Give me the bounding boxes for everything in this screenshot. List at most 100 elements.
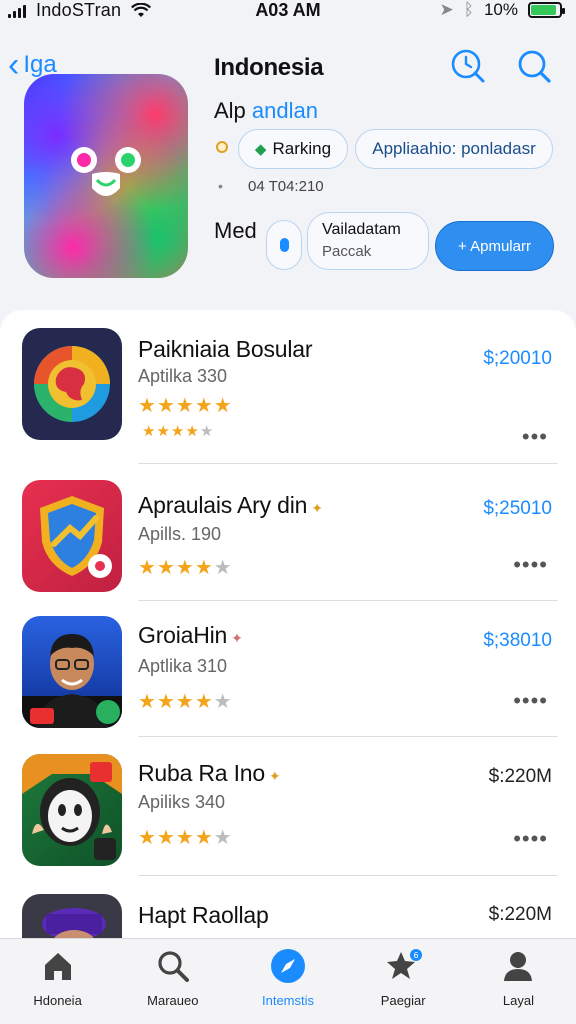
tab-home[interactable]: Hdoneia <box>0 939 115 1024</box>
star-empty-icon: ★ <box>213 827 232 849</box>
star-filled-icon: ★ <box>185 423 199 440</box>
person-icon <box>501 947 535 985</box>
more-button[interactable]: •••• <box>513 688 548 714</box>
star-filled-icon: ★ <box>194 395 213 417</box>
more-button[interactable]: •••• <box>513 826 548 852</box>
dot-marker-icon <box>216 141 228 153</box>
leaf-icon: ◆ <box>254 141 267 158</box>
star-empty-icon: ★ <box>199 423 214 440</box>
home-icon <box>41 947 75 985</box>
divider <box>138 600 558 601</box>
app-date: 04 T04:210 <box>248 178 324 195</box>
more-button[interactable]: ••• <box>522 424 548 450</box>
chevron-left-icon: ‹ <box>8 46 20 84</box>
divider <box>138 463 558 464</box>
sparkle-icon: ✦ <box>231 630 243 646</box>
subtitle-accent: andlan <box>251 98 318 123</box>
app-subtitle: Aptilka 330 <box>138 366 228 386</box>
star-filled-icon: ★ <box>138 395 156 417</box>
app-category-label: Appliaahio: ponladasr <box>372 139 536 158</box>
star-rating: ★ ★ ★ ★ ★ <box>138 828 232 848</box>
list-item[interactable]: Ruba Ra Ino ✦ Apiliks 340 $:220M ★ ★ ★ ★ ★ ••… <box>0 754 576 894</box>
toggle-pill[interactable] <box>266 220 302 270</box>
install-button[interactable]: + Apmularr <box>435 221 554 271</box>
star-filled-icon: ★ <box>156 557 175 579</box>
star-filled-icon: ★ <box>170 423 185 440</box>
tab-profile[interactable]: Layal <box>461 939 576 1024</box>
divider <box>138 736 558 737</box>
detail-sub: Paccak <box>322 243 372 260</box>
app-name-text: GroiaHin <box>138 622 228 648</box>
person-avatar-icon <box>22 634 122 728</box>
app-name: Ruba Ra Ino ✦ <box>138 760 281 787</box>
face-logo-icon <box>71 147 141 196</box>
list-item[interactable]: Paikniaia Bosular Aptilka 330 $;20010 ★ ★… <box>0 328 576 468</box>
tab-label: Paegiar <box>380 993 426 1008</box>
battery-icon <box>528 2 565 18</box>
detail-title: Vailadatam <box>322 221 401 238</box>
star-filled-icon: ★ <box>194 691 213 713</box>
app-name-text: Ruba Ra Ino <box>138 760 265 786</box>
star-filled-icon: ★ <box>156 691 175 713</box>
subtitle-prefix: Alp <box>214 98 246 123</box>
app-price: $:220M <box>488 766 552 787</box>
mask-character-icon <box>22 754 122 860</box>
app-name: Hapt Raollap <box>138 902 269 928</box>
app-name: Paikniaia Bosular <box>138 336 313 362</box>
star-filled-icon: ★ <box>138 557 156 579</box>
search-icon[interactable] <box>514 46 554 86</box>
med-label: Med <box>214 218 257 243</box>
app-name: GroiaHin ✦ <box>138 622 243 649</box>
battery-percent: 10% <box>483 0 518 19</box>
app-subtitle: Aptlika 310 <box>138 656 228 676</box>
star-filled-icon: ★ <box>142 423 156 440</box>
app-name: Apraulais Ary din ✦ <box>138 492 323 519</box>
svg-text:6: 6 <box>414 951 419 960</box>
tab-label: Layal <box>502 993 534 1008</box>
app-price: $;38010 <box>483 630 552 651</box>
app-name-text: Apraulais Ary din <box>138 492 308 518</box>
more-button[interactable]: •••• <box>513 552 548 578</box>
star-filled-icon: ★ <box>156 423 170 440</box>
app-price: $;25010 <box>483 498 552 519</box>
sparkle-icon: ✦ <box>311 500 323 516</box>
tab-featured[interactable]: 6 Paegiar <box>346 939 461 1024</box>
app-icon <box>24 74 188 278</box>
app-price: $:220M <box>488 904 552 925</box>
star-rating-secondary: ★ ★ ★ ★ ★ <box>142 424 213 439</box>
app-category-pill[interactable]: Appliaahio: ponladasr <box>355 129 553 169</box>
star-filled-icon: ★ <box>175 395 194 417</box>
tab-search[interactable]: Maraueo <box>115 939 230 1024</box>
clock-search-icon[interactable] <box>448 46 488 86</box>
star-rating: ★ ★ ★ ★ ★ <box>138 396 232 416</box>
search-icon <box>156 947 190 985</box>
list-item[interactable]: Apraulais Ary din ✦ Apills. 190 $;25010 ★… <box>0 480 576 620</box>
tab-discover[interactable]: Intemstis <box>230 939 345 1024</box>
app-thumbnail <box>22 328 122 440</box>
shield-icon <box>40 496 112 578</box>
ranking-pill[interactable]: ◆ Rarking <box>238 129 348 169</box>
bluetooth-icon: ᛒ <box>463 0 474 19</box>
app-thumbnail <box>22 754 122 866</box>
list-item[interactable]: GroiaHin ✦ Aptlika 310 $;38010 ★ ★ ★ ★ ★ •••• <box>0 616 576 756</box>
app-thumbnail <box>22 616 122 728</box>
compass-icon <box>269 947 307 985</box>
star-rating: ★ ★ ★ ★ ★ <box>138 558 232 578</box>
page-title: Indonesia <box>214 54 324 81</box>
tab-label: Hdoneia <box>33 993 82 1008</box>
ranking-label: Rarking <box>272 139 332 158</box>
app-subtitle: Alp andlan <box>214 98 318 124</box>
app-subtitle: Apills. 190 <box>138 524 222 544</box>
status-right: ➤ ᛒ 10% <box>440 0 565 20</box>
detail-pill[interactable]: Vailadatam Paccak <box>307 212 429 270</box>
star-empty-icon: ★ <box>213 691 232 713</box>
app-thumbnail <box>22 480 122 592</box>
star-filled-icon: ★ <box>175 557 194 579</box>
tab-label: Intemstis <box>262 993 315 1008</box>
star-filled-icon: ★ <box>175 827 194 849</box>
battery-level <box>531 5 557 15</box>
app-price: $;20010 <box>483 348 552 369</box>
app-list: Paikniaia Bosular Aptilka 330 $;20010 ★ ★… <box>0 310 576 1006</box>
star-filled-icon: ★ <box>213 395 232 417</box>
tab-bar: Hdoneia Maraueo Intemstis 6 Paegiar Laya… <box>0 938 576 1024</box>
